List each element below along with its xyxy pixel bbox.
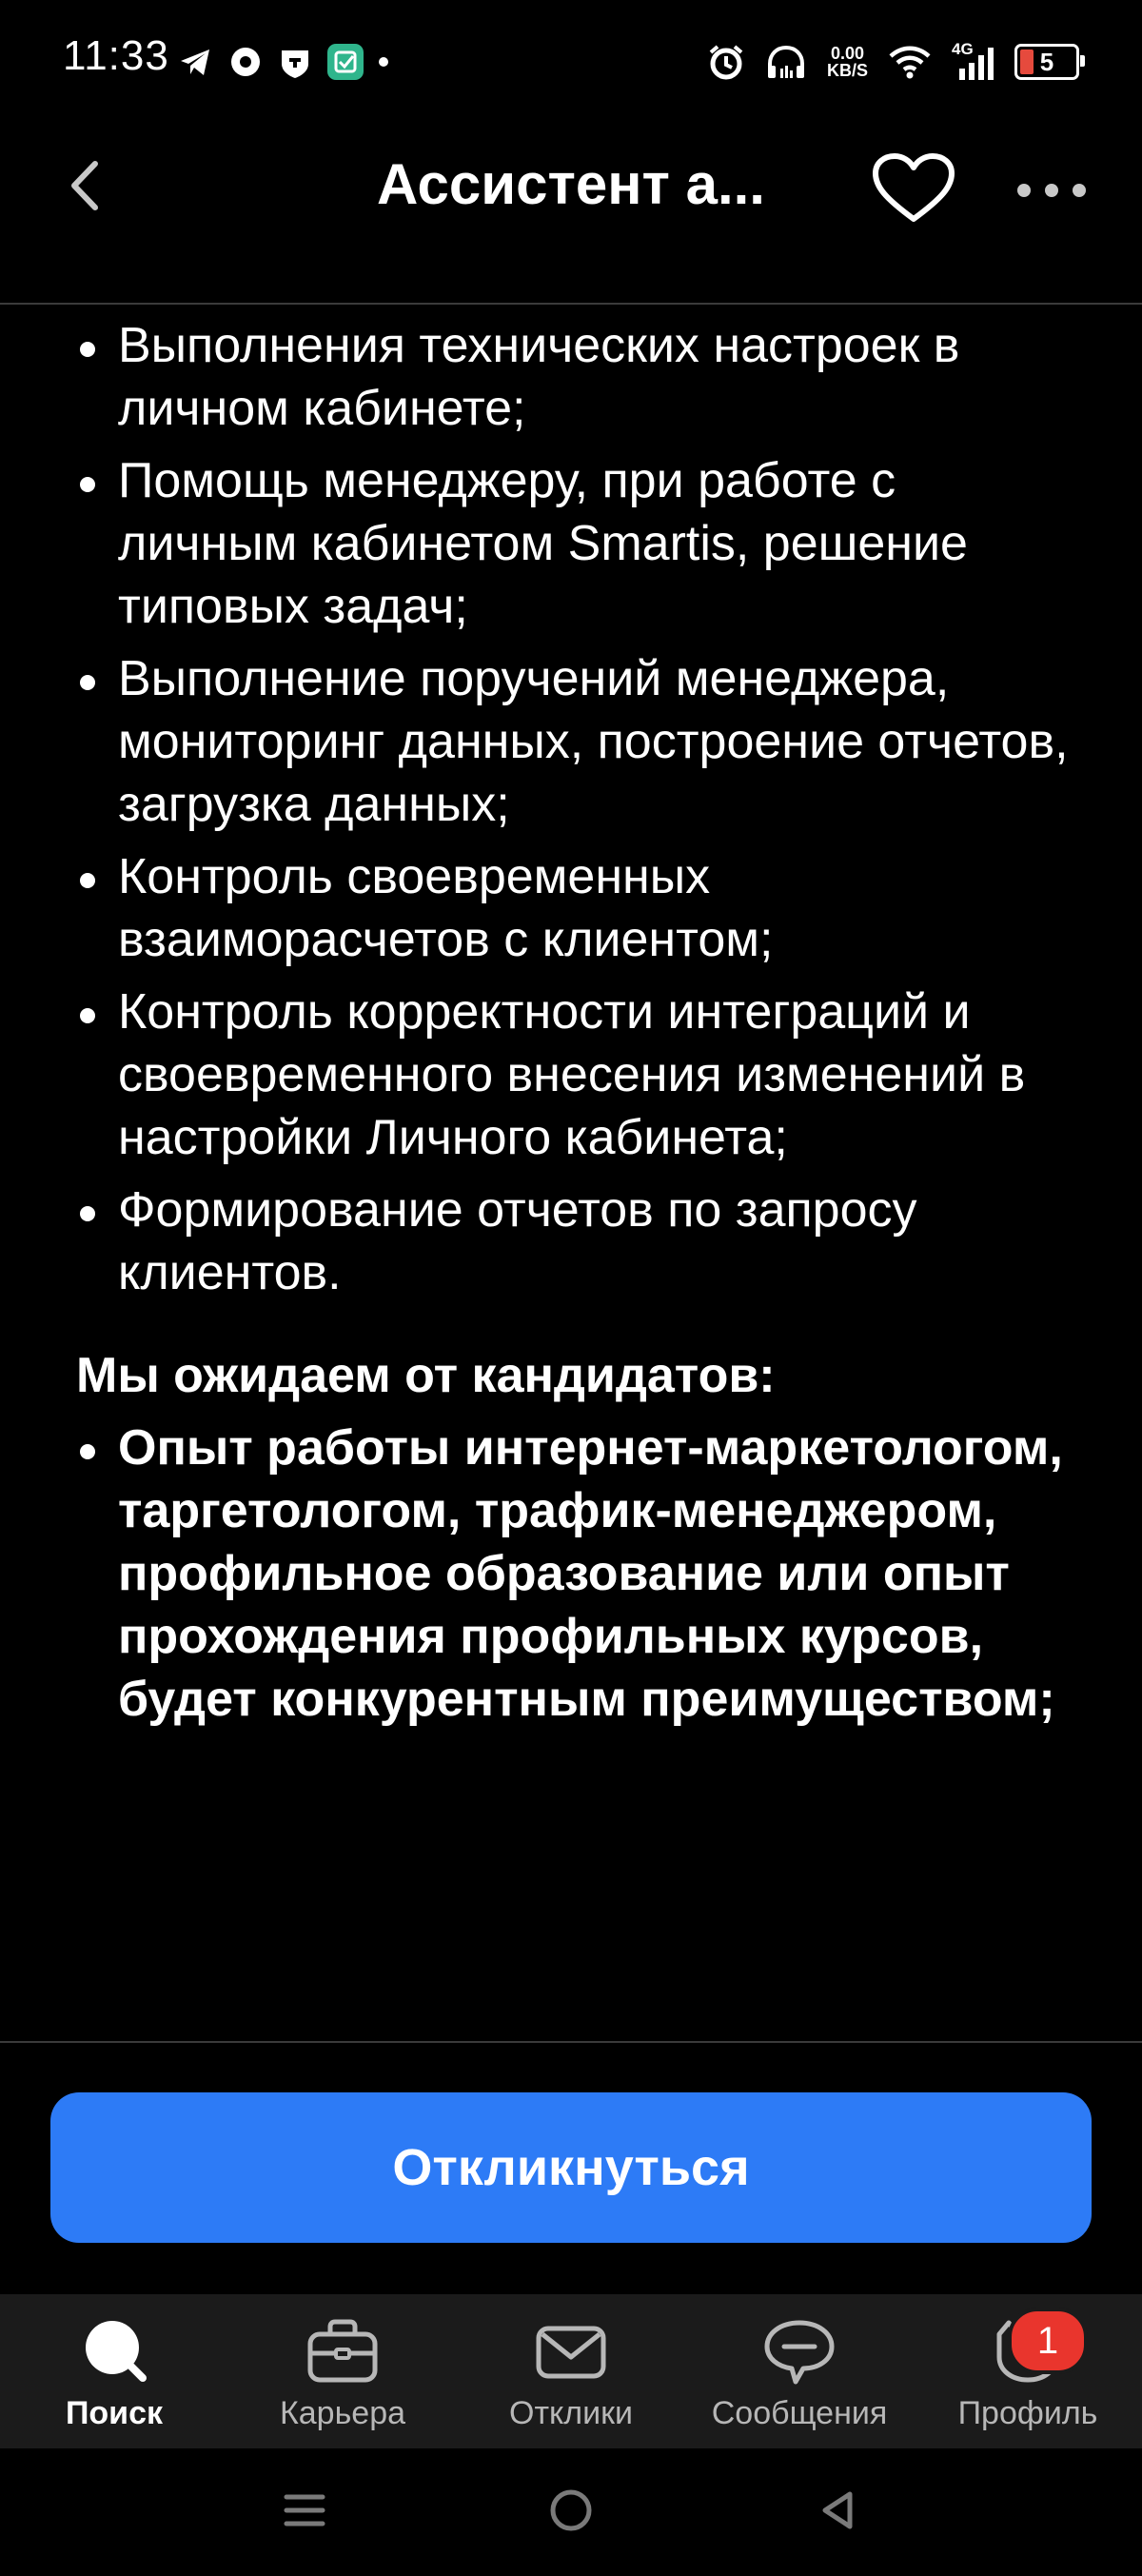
duty-item: Выполнение поручений менеджера, монитори… [0,647,1142,836]
circle-icon [550,2489,592,2530]
page-title: Ассистент а... [377,152,765,216]
headphones-icon [767,45,804,78]
description-body: Выполнения технических настроек в личном… [0,305,1142,1740]
duty-item: Контроль своевременных взаиморасчетов с … [0,845,1142,971]
notification-badge: 1 [1008,2308,1088,2374]
bottom-tab-bar: Поиск Карьера Отклики Сообщения 1 Профил… [0,2294,1142,2448]
screen: 11:33 0.00 KB/S 4G 5 Ассистент а... Выпо… [0,0,1142,2576]
more-button[interactable] [1013,171,1091,209]
signal-icon [959,48,994,80]
vacancy-description[interactable]: Выполнения технических настроек в личном… [0,305,1142,2039]
speed-value: 0.00 [830,44,865,63]
more-dots-icon [1017,184,1086,197]
status-bar: 11:33 0.00 KB/S 4G 5 [0,0,1142,124]
battery-indicator: 5 [1014,44,1085,80]
expectations-heading: Мы ожидаем от кандидатов: [76,1348,776,1403]
cellular-signal: 4G [952,40,995,82]
tab-label: Сообщения [711,2395,888,2431]
tab-career[interactable]: Карьера [228,2294,457,2448]
expectations-list: Опыт работы интернет-маркетологом, тарге… [0,1417,1142,1731]
speed-unit: KB/S [826,61,868,80]
tab-label: Профиль [957,2395,1098,2431]
tab-label: Поиск [65,2395,164,2431]
search-icon [71,2315,157,2388]
duty-item: Формирование отчетов по запросу клиентов… [0,1179,1142,1304]
wifi-icon [889,46,931,79]
chat-icon [757,2315,842,2388]
app-header: Ассистент а... [0,124,1142,305]
envelope-icon [528,2315,614,2388]
triangle-back-icon [822,2491,853,2528]
tab-label: Отклики [509,2395,633,2431]
chat-bubble-icon [231,48,260,76]
profile-icon: 1 [985,2308,1088,2388]
duty-item: Помощь менеджеру, при работе с личным ка… [0,449,1142,638]
tab-search[interactable]: Поиск [0,2294,228,2448]
favorite-button[interactable] [866,150,961,227]
duties-list: Выполнения технических настроек в личном… [0,314,1142,1304]
home-button[interactable] [547,2487,595,2539]
shield-icon [282,50,308,78]
alarm-icon [709,45,743,80]
tab-profile[interactable]: 1 Профиль [914,2294,1142,2448]
recent-apps-button[interactable] [281,2487,328,2539]
system-navigation-bar [0,2448,1142,2576]
tab-responses[interactable]: Отклики [457,2294,685,2448]
app-check-icon [327,44,364,80]
briefcase-icon [300,2315,385,2388]
chevron-left-icon [71,161,98,210]
status-time: 11:33 [63,32,169,79]
respond-button[interactable]: Откликнуться [50,2092,1092,2243]
dot-icon [379,57,388,67]
tab-label: Карьера [279,2395,406,2431]
action-area: Откликнуться [0,2041,1142,2294]
system-icons: 0.00 KB/S 4G 5 [707,36,1085,88]
tab-messages[interactable]: Сообщения [685,2294,914,2448]
expectation-item: Опыт работы интернет-маркетологом, тарге… [0,1417,1142,1731]
notification-icons [177,38,390,86]
menu-lines-icon [284,2494,325,2526]
battery-level: 5 [1039,48,1054,76]
back-button[interactable] [59,152,116,219]
system-back-button[interactable] [814,2487,861,2539]
telegram-icon [181,50,209,75]
duty-item: Контроль корректности интеграций и своев… [0,981,1142,1169]
network-speed: 0.00 KB/S [827,45,868,79]
heart-icon [873,153,955,222]
duty-item: Выполнения технических настроек в личном… [0,314,1142,440]
